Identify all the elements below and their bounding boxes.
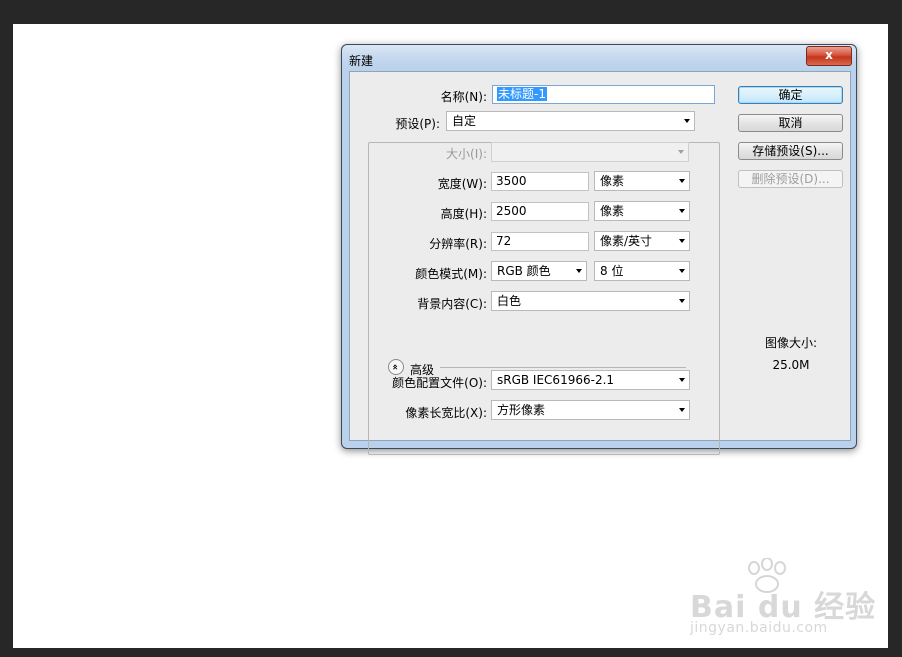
- bit-depth-select[interactable]: 8 位: [594, 261, 690, 281]
- chevron-down-icon: [679, 239, 685, 243]
- height-input[interactable]: 2500: [491, 202, 589, 221]
- bit-depth-value: 8 位: [600, 264, 624, 278]
- height-label: 高度(H):: [440, 207, 487, 221]
- color-mode-label: 颜色模式(M):: [415, 267, 487, 281]
- background-value: 白色: [497, 294, 522, 308]
- color-profile-label: 颜色配置文件(O):: [392, 376, 487, 390]
- color-profile-value: sRGB IEC61966-2.1: [497, 373, 615, 387]
- chevron-down-icon: [679, 269, 685, 273]
- image-size-label: 图像大小:: [764, 336, 818, 350]
- chevron-down-icon: [679, 299, 685, 303]
- advanced-divider: [440, 367, 686, 368]
- dialog-titlebar[interactable]: 新建 x: [342, 45, 856, 71]
- width-unit-value: 像素: [600, 174, 625, 188]
- close-button[interactable]: x: [806, 46, 852, 66]
- height-unit-value: 像素: [600, 204, 625, 218]
- color-profile-select[interactable]: sRGB IEC61966-2.1: [491, 370, 690, 390]
- width-unit-select[interactable]: 像素: [594, 171, 690, 191]
- background-label: 背景内容(C):: [417, 297, 487, 311]
- pixel-aspect-value: 方形像素: [497, 403, 546, 417]
- chevron-down-icon: [678, 150, 684, 154]
- cancel-button[interactable]: 取消: [738, 114, 843, 132]
- chevron-down-icon: [576, 269, 582, 273]
- resolution-label: 分辨率(R):: [429, 237, 487, 251]
- name-input[interactable]: 未标题-1: [492, 85, 715, 104]
- chevron-down-icon: [679, 209, 685, 213]
- size-label: 大小(I):: [446, 147, 487, 161]
- color-mode-select[interactable]: RGB 颜色: [491, 261, 587, 281]
- width-label: 宽度(W):: [437, 177, 487, 191]
- baidu-watermark: Bai du 经验 jingyan.baidu.com: [690, 582, 876, 636]
- name-value: 未标题-1: [497, 87, 547, 101]
- preset-value: 自定: [452, 114, 477, 128]
- resolution-input[interactable]: 72: [491, 232, 589, 251]
- dialog-client-area: 名称(N): 未标题-1 预设(P): 自定 大小(I): 宽度(W): 350…: [349, 71, 851, 455]
- advanced-toggle-button[interactable]: »: [388, 359, 404, 375]
- name-label: 名称(N):: [440, 90, 487, 104]
- height-value: 2500: [496, 204, 527, 218]
- chevron-down-icon: [679, 179, 685, 183]
- pixel-aspect-label: 像素长宽比(X):: [405, 406, 487, 420]
- color-mode-value: RGB 颜色: [497, 264, 551, 278]
- width-value: 3500: [496, 174, 527, 188]
- new-document-dialog: 新建 x 名称(N): 未标题-1 预设(P): 自定 大小(I): 宽度(W)…: [341, 44, 857, 455]
- chevron-down-icon: [679, 408, 685, 412]
- chevron-down-icon: [679, 378, 685, 382]
- chevron-down-icon: [684, 119, 690, 123]
- pixel-aspect-select[interactable]: 方形像素: [491, 400, 690, 420]
- dialog-title: 新建: [349, 54, 374, 68]
- preset-select[interactable]: 自定: [446, 111, 695, 131]
- chevrons-up-icon: »: [390, 363, 401, 371]
- preset-label: 预设(P):: [393, 115, 442, 132]
- width-input[interactable]: 3500: [491, 172, 589, 191]
- delete-preset-button[interactable]: 删除预设(D)...: [738, 170, 843, 188]
- background-select[interactable]: 白色: [491, 291, 690, 311]
- resolution-value: 72: [496, 234, 512, 248]
- height-unit-select[interactable]: 像素: [594, 201, 690, 221]
- ok-button[interactable]: 确定: [738, 86, 843, 104]
- resolution-unit-select[interactable]: 像素/英寸: [594, 231, 690, 251]
- close-icon: x: [825, 48, 833, 62]
- size-select[interactable]: [491, 142, 689, 162]
- image-size-value: 25.0M: [772, 358, 810, 372]
- save-preset-button[interactable]: 存储预设(S)...: [738, 142, 843, 160]
- resolution-unit-value: 像素/英寸: [600, 234, 653, 248]
- watermark-url: jingyan.baidu.com: [690, 620, 828, 636]
